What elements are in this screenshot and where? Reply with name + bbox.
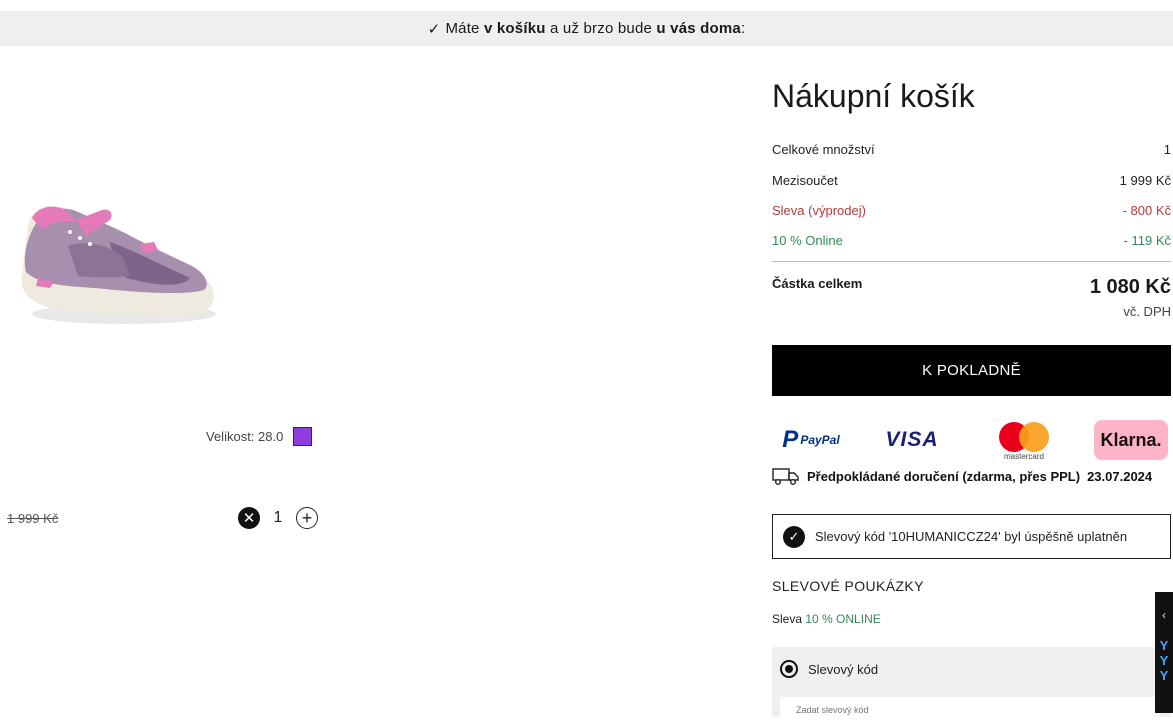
remove-item-button[interactable]: ✕ bbox=[238, 507, 260, 529]
summary-value: - 119 Kč bbox=[1123, 233, 1171, 248]
summary-row-subtotal: Mezisoučet 1 999 Kč bbox=[772, 173, 1171, 188]
summary-label: Mezisoučet bbox=[772, 173, 838, 188]
plus-icon: + bbox=[301, 508, 313, 528]
discount-prefix: Sleva bbox=[772, 612, 803, 626]
close-icon: ✕ bbox=[242, 510, 256, 527]
payment-methods: P PayPal VISA mastercard Klarna. bbox=[772, 415, 1171, 465]
vouchers-heading: SLEVOVÉ POUKÁZKY bbox=[772, 578, 924, 594]
checkout-button[interactable]: K POKLADNĚ bbox=[772, 345, 1171, 396]
chevron-left-icon: ‹ bbox=[1162, 608, 1166, 622]
discount-code-radio[interactable] bbox=[780, 660, 798, 678]
side-widget-logo: Y Y Y bbox=[1159, 638, 1169, 683]
mastercard-circles-icon bbox=[997, 420, 1051, 454]
summary-label: Celkové množství bbox=[772, 142, 875, 157]
cart-notice-banner: ✓ Máte v košíku a už brzo bude u vás dom… bbox=[0, 11, 1173, 46]
check-circle-icon: ✓ bbox=[783, 525, 805, 548]
discount-code-radio-label: Slevový kód bbox=[808, 662, 879, 677]
total-label: Částka celkem bbox=[772, 276, 863, 291]
truck-icon bbox=[772, 468, 799, 485]
vat-note: vč. DPH bbox=[1123, 304, 1171, 319]
paypal-text: PayPal bbox=[800, 433, 840, 447]
summary-row-online-discount: 10 % Online - 119 Kč bbox=[772, 233, 1171, 248]
delivery-estimate: Předpokládané doručení (zdarma, přes PPL… bbox=[772, 465, 1171, 487]
banner-text-2: a už brzo bude bbox=[550, 20, 653, 37]
summary-row-sale-discount: Sleva (výprodej) - 800 Kč bbox=[772, 203, 1171, 218]
total-value: 1 080 Kč bbox=[1089, 276, 1171, 298]
discount-name: 10 % ONLINE bbox=[805, 612, 881, 626]
summary-row-quantity: Celkové množství 1 bbox=[772, 142, 1171, 157]
paypal-mark: P bbox=[782, 426, 799, 453]
applied-discount: Sleva 10 % ONLINE bbox=[772, 612, 881, 626]
check-icon: ✓ bbox=[427, 20, 441, 38]
banner-bold-1: v košíku bbox=[483, 20, 546, 37]
summary-value: 1 bbox=[1163, 142, 1171, 157]
summary-value: 1 999 Kč bbox=[1119, 173, 1171, 188]
delivery-text: Předpokládané doručení (zdarma, přes PPL… bbox=[807, 468, 1081, 484]
banner-text-3: : bbox=[740, 20, 746, 37]
discount-code-box: Slevový kód bbox=[772, 647, 1171, 723]
banner-text-1: Máte bbox=[445, 20, 480, 37]
increase-quantity-button[interactable]: + bbox=[296, 507, 318, 529]
mastercard-logo: mastercard bbox=[996, 415, 1052, 465]
quantity-value: 1 bbox=[273, 509, 283, 526]
side-widget-tab[interactable]: ‹ Y Y Y bbox=[1155, 592, 1173, 713]
coupon-success-message: ✓ Slevový kód '10HUMANICCZ24' byl úspěšn… bbox=[772, 514, 1171, 559]
page-title: Nákupní košík bbox=[772, 78, 975, 114]
summary-value: - 800 Kč bbox=[1122, 203, 1171, 218]
original-price: 1 999 Kč bbox=[7, 511, 59, 526]
color-swatch bbox=[293, 427, 313, 446]
paypal-logo: P PayPal bbox=[776, 415, 846, 465]
coupon-success-text: Slevový kód '10HUMANICCZ24' byl úspěšně … bbox=[815, 529, 1128, 544]
visa-logo: VISA bbox=[885, 428, 939, 451]
summary-label: Sleva (výprodej) bbox=[772, 203, 866, 218]
klarna-logo: Klarna. bbox=[1094, 420, 1168, 460]
quantity-stepper: ✕ 1 + bbox=[238, 507, 318, 529]
size-label: Velikost: 28.0 bbox=[206, 429, 284, 444]
product-shoe-image[interactable] bbox=[14, 196, 224, 331]
summary-label: 10 % Online bbox=[772, 233, 843, 248]
summary-divider bbox=[772, 261, 1171, 262]
discount-code-input[interactable] bbox=[780, 697, 1160, 723]
product-size-row: Velikost: 28.0 bbox=[206, 427, 313, 446]
banner-bold-2: u vás doma bbox=[656, 20, 741, 37]
delivery-date: 23.07.2024 bbox=[1087, 468, 1153, 484]
